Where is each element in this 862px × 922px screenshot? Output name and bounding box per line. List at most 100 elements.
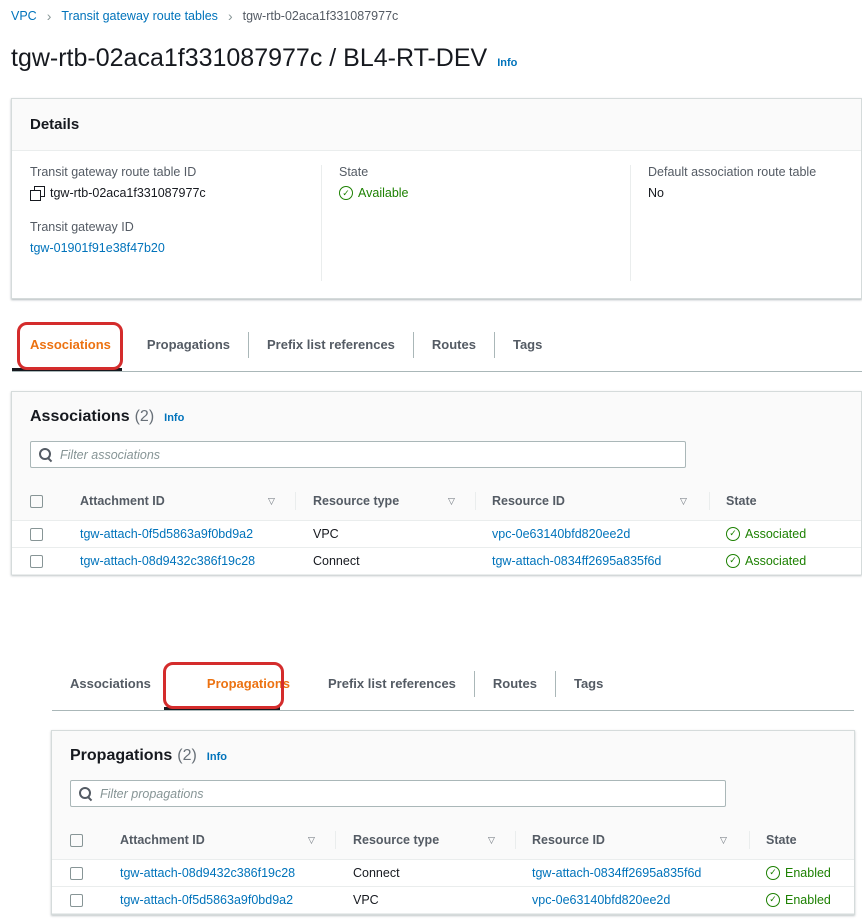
col-resource-id[interactable]: Resource ID ▽ (516, 821, 750, 860)
default-assoc-value: No (648, 186, 664, 200)
propagations-count: (2) (177, 747, 197, 764)
route-table-id-label: Transit gateway route table ID (30, 165, 197, 179)
tab-routes[interactable]: Routes (412, 331, 494, 358)
details-col-1: Transit gateway route table ID tgw-rtb-0… (30, 165, 206, 255)
details-col-3: Default association route table No (648, 165, 816, 200)
status-text: Enabled (785, 892, 831, 907)
tab-propagations[interactable]: Propagations (129, 332, 248, 358)
col-label: Resource type (313, 493, 400, 508)
table-row: tgw-attach-08d9432c386f19c28 Connect tgw… (52, 859, 854, 887)
resource-type: VPC (336, 886, 516, 914)
tab-prefix-list-references[interactable]: Prefix list references (310, 671, 474, 697)
propagations-info-link[interactable]: Info (207, 751, 227, 763)
table-row: tgw-attach-08d9432c386f19c28 Connect tgw… (12, 547, 861, 575)
col-label: State (726, 493, 757, 508)
breadcrumb: VPC › Transit gateway route tables › tgw… (11, 7, 398, 25)
col-label: State (766, 832, 797, 847)
associations-filter-placeholder: Filter associations (60, 447, 161, 462)
default-assoc-label: Default association route table (648, 165, 817, 179)
check-circle-icon: ✓ (726, 526, 740, 541)
attachment-link[interactable]: tgw-attach-08d9432c386f19c28 (80, 554, 255, 568)
col-label: Attachment ID (80, 493, 165, 508)
tab-tags[interactable]: Tags (554, 670, 621, 697)
row-checkbox[interactable] (70, 866, 83, 880)
associations-card: Associations (2) Info Filter association… (11, 391, 862, 575)
tgw-id-link[interactable]: tgw-01901f91e38f47b20 (30, 241, 165, 255)
chevron-right-icon: › (46, 8, 52, 24)
tab-routes[interactable]: Routes (473, 670, 555, 697)
col-label: Resource ID (492, 493, 565, 508)
row-checkbox[interactable] (30, 554, 43, 568)
details-heading: Details (12, 99, 861, 151)
status-text: Enabled (785, 865, 831, 880)
col-resource-id[interactable]: Resource ID ▽ (476, 482, 710, 521)
attachment-link[interactable]: tgw-attach-0f5d5863a9f0bd9a2 (120, 893, 293, 907)
resource-link[interactable]: vpc-0e63140bfd820ee2d (532, 893, 670, 907)
chevron-right-icon: › (227, 8, 233, 24)
propagations-title: Propagations (2) Info (70, 747, 227, 765)
sort-caret-icon: ▽ (268, 496, 275, 506)
tgw-id-label: Transit gateway ID (30, 220, 134, 234)
search-icon (79, 787, 92, 800)
col-label: Attachment ID (120, 832, 205, 847)
col-resource-type[interactable]: Resource type ▽ (296, 482, 476, 521)
breadcrumb-route-tables[interactable]: Transit gateway route tables (61, 9, 218, 23)
resource-link[interactable]: vpc-0e63140bfd820ee2d (492, 527, 630, 541)
resource-link[interactable]: tgw-attach-0834ff2695a835f6d (492, 554, 661, 568)
copy-icon[interactable] (30, 186, 45, 201)
propagations-table: Attachment ID ▽ Resource type ▽ Resource I… (52, 821, 854, 914)
propagations-filter-placeholder: Filter propagations (100, 786, 204, 801)
resource-link[interactable]: tgw-attach-0834ff2695a835f6d (532, 866, 701, 880)
sort-caret-icon: ▽ (308, 835, 315, 845)
breadcrumb-current: tgw-rtb-02aca1f331087977c (242, 9, 399, 23)
details-divider (321, 165, 322, 281)
select-all-checkbox[interactable] (70, 833, 83, 847)
row-checkbox[interactable] (30, 527, 43, 541)
resource-type: VPC (296, 520, 476, 548)
highlight-box (163, 662, 284, 709)
sort-caret-icon: ▽ (680, 496, 687, 506)
breadcrumb-vpc[interactable]: VPC (11, 9, 37, 23)
tab-associations[interactable]: Associations (52, 671, 169, 697)
associations-title-text: Associations (30, 408, 130, 425)
col-state[interactable]: State (710, 482, 861, 521)
page-title: tgw-rtb-02aca1f331087977c / BL4-RT-DEV I… (11, 44, 517, 73)
propagations-card: Propagations (2) Info Filter propagation… (51, 730, 855, 915)
col-label: Resource ID (532, 832, 605, 847)
status-text: Associated (745, 553, 807, 568)
sort-caret-icon: ▽ (488, 835, 495, 845)
page-info-link[interactable]: Info (497, 57, 517, 69)
propagations-title-text: Propagations (70, 747, 173, 764)
details-divider (630, 165, 631, 281)
attachment-link[interactable]: tgw-attach-08d9432c386f19c28 (120, 866, 295, 880)
sort-caret-icon: ▽ (448, 496, 455, 506)
tab-tags[interactable]: Tags (493, 331, 560, 358)
table-header-row: Attachment ID ▽ Resource type ▽ Resource I… (52, 821, 854, 860)
details-col-2: State ✓ Available (339, 165, 409, 200)
table-row: tgw-attach-0f5d5863a9f0bd9a2 VPC vpc-0e6… (52, 886, 854, 914)
col-attachment-id[interactable]: Attachment ID ▽ (62, 482, 296, 521)
details-card: Details Transit gateway route table ID t… (11, 98, 862, 299)
resource-type: Connect (296, 547, 476, 575)
resource-type: Connect (336, 859, 516, 887)
col-resource-type[interactable]: Resource type ▽ (336, 821, 516, 860)
state-value: Available (358, 186, 409, 200)
associations-filter[interactable]: Filter associations (30, 441, 686, 468)
status-text: Associated (745, 526, 807, 541)
search-icon (39, 448, 52, 461)
attachment-link[interactable]: tgw-attach-0f5d5863a9f0bd9a2 (80, 527, 253, 541)
select-all-checkbox[interactable] (30, 494, 43, 508)
page-title-text: tgw-rtb-02aca1f331087977c / BL4-RT-DEV (11, 44, 488, 72)
associations-table: Attachment ID ▽ Resource type ▽ Resource I… (12, 482, 861, 575)
col-attachment-id[interactable]: Attachment ID ▽ (102, 821, 336, 860)
table-header-row: Attachment ID ▽ Resource type ▽ Resource I… (12, 482, 861, 521)
highlight-box (17, 322, 123, 370)
associations-info-link[interactable]: Info (164, 412, 184, 424)
propagations-filter[interactable]: Filter propagations (70, 780, 726, 807)
sort-caret-icon: ▽ (720, 835, 727, 845)
tab-prefix-list-references[interactable]: Prefix list references (248, 331, 413, 358)
associations-title: Associations (2) Info (30, 408, 184, 426)
row-checkbox[interactable] (70, 893, 83, 907)
col-state[interactable]: State (750, 821, 854, 860)
associations-count: (2) (134, 408, 155, 425)
